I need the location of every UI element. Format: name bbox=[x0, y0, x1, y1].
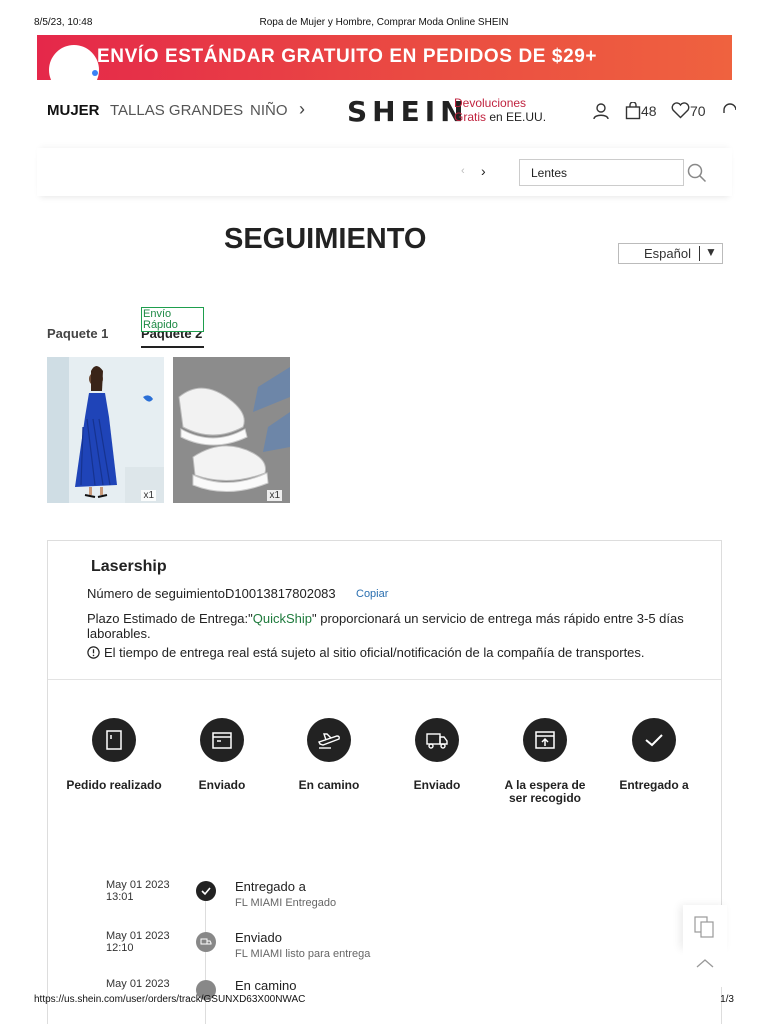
nav-item-nino[interactable]: NIÑO bbox=[250, 102, 288, 119]
box-icon bbox=[200, 718, 244, 762]
delivery-estimate: Plazo Estimado de Entrega:"QuickShip" pr… bbox=[87, 611, 697, 641]
step-enviado: Enviado bbox=[172, 718, 272, 792]
language-label: Español bbox=[644, 246, 691, 261]
event-date: May 01 2023 bbox=[106, 930, 170, 942]
quickship-label: QuickShip bbox=[252, 611, 313, 626]
copy-tracking-link[interactable]: Copiar bbox=[356, 588, 388, 600]
tab-paquete-1[interactable]: Paquete 1 bbox=[47, 326, 108, 341]
truck-icon bbox=[415, 718, 459, 762]
step-label: Enviado bbox=[198, 778, 246, 792]
free-returns-gratis: Gratis bbox=[454, 110, 487, 124]
caret-down-icon: ▼ bbox=[705, 245, 717, 259]
product-image-sneakers[interactable]: x1 bbox=[173, 357, 290, 503]
tracking-number-label: Número de seguimiento bbox=[87, 586, 226, 601]
free-returns-promo[interactable]: Devoluciones Gratis en EE.UU. bbox=[454, 96, 546, 124]
event-status: En camino bbox=[235, 978, 297, 993]
main-nav: MUJER TALLAS GRANDES NIÑO › SHEIN Devolu… bbox=[37, 90, 737, 132]
pickup-box-icon bbox=[523, 718, 567, 762]
step-label: En camino bbox=[298, 778, 360, 792]
headset-icon[interactable] bbox=[722, 102, 737, 125]
chat-bubble-icon[interactable] bbox=[49, 45, 99, 80]
delivery-notice: El tiempo de entrega real está sujeto al… bbox=[87, 645, 645, 662]
print-page-count: 1/3 bbox=[720, 994, 734, 1005]
shein-logo[interactable]: SHEIN bbox=[347, 95, 469, 128]
step-label: A la espera de ser recogido bbox=[504, 778, 586, 805]
step-entregado: Entregado a bbox=[604, 718, 704, 792]
free-returns-line1: Devoluciones bbox=[454, 96, 527, 110]
event-status: Enviado bbox=[235, 930, 282, 945]
language-divider bbox=[699, 246, 700, 261]
plane-icon bbox=[307, 718, 351, 762]
card-divider bbox=[48, 679, 721, 680]
print-footer: https://us.shein.com/user/orders/track/G… bbox=[0, 994, 768, 1008]
carrier-name: Lasership bbox=[91, 558, 167, 575]
event-detail: FL MIAMI listo para entrega bbox=[235, 948, 371, 960]
document-icon bbox=[92, 718, 136, 762]
active-tab-underline bbox=[141, 346, 204, 348]
product-image-dress[interactable]: x1 bbox=[47, 357, 164, 503]
info-icon bbox=[87, 646, 100, 662]
chevron-up-icon bbox=[696, 959, 714, 968]
nav-item-tallas-grandes[interactable]: TALLAS GRANDES bbox=[110, 102, 243, 119]
step-label: Entregado a bbox=[619, 778, 689, 792]
print-url: https://us.shein.com/user/orders/track/G… bbox=[34, 994, 306, 1005]
step-pedido-realizado: Pedido realizado bbox=[64, 718, 164, 792]
search-input[interactable] bbox=[519, 159, 684, 186]
tracking-card: Lasership Número de seguimientoD10013817… bbox=[47, 540, 722, 1024]
check-icon bbox=[196, 881, 216, 901]
timeline-date: May 01 2023 bbox=[106, 978, 170, 990]
event-date: May 01 2023 bbox=[106, 978, 170, 990]
estimate-prefix: Plazo Estimado de Entrega:" bbox=[87, 611, 253, 626]
step-espera-recogida: A la espera de ser recogido bbox=[495, 718, 595, 805]
chevron-right-icon[interactable]: › bbox=[481, 163, 486, 179]
qty-badge: x1 bbox=[141, 490, 156, 501]
event-time: 12:10 bbox=[106, 942, 134, 954]
bag-icon[interactable] bbox=[625, 101, 641, 125]
chevron-right-icon[interactable]: › bbox=[299, 99, 305, 120]
print-header: 8/5/23, 10:48 Ropa de Mujer y Hombre, Co… bbox=[0, 17, 768, 31]
chevron-left-icon[interactable]: ‹ bbox=[461, 165, 465, 177]
tracking-number-line: Número de seguimientoD10013817802083 bbox=[87, 586, 336, 601]
truck-icon bbox=[196, 932, 216, 952]
user-icon[interactable] bbox=[592, 102, 610, 125]
step-en-camino: En camino bbox=[279, 718, 379, 792]
timeline-date: May 01 2023 13:01 bbox=[106, 879, 170, 903]
event-date: May 01 2023 bbox=[106, 879, 170, 891]
heart-icon[interactable] bbox=[671, 102, 690, 124]
event-time: 13:01 bbox=[106, 891, 134, 903]
back-to-top-button[interactable] bbox=[683, 943, 727, 987]
wishlist-count: 70 bbox=[690, 103, 706, 119]
language-select[interactable]: Español ▼ bbox=[618, 243, 723, 264]
sub-bar: ‹ › bbox=[37, 148, 732, 196]
notice-text: El tiempo de entrega real está sujeto al… bbox=[104, 645, 645, 660]
nav-item-mujer[interactable]: MUJER bbox=[47, 102, 100, 119]
event-detail: FL MIAMI Entregado bbox=[235, 897, 337, 909]
cart-count: 48 bbox=[641, 103, 657, 119]
page-title: SEGUIMIENTO bbox=[224, 223, 427, 255]
print-document-title: Ropa de Mujer y Hombre, Comprar Moda Onl… bbox=[259, 17, 509, 28]
timeline-date: May 01 2023 12:10 bbox=[106, 930, 170, 954]
search-icon[interactable] bbox=[687, 163, 707, 188]
step-label: Enviado bbox=[413, 778, 461, 792]
step-enviado-truck: Enviado bbox=[387, 718, 487, 792]
notification-dot-icon bbox=[92, 70, 98, 76]
fast-shipping-badge: Envío Rápido bbox=[141, 307, 204, 332]
dress-illustration bbox=[47, 357, 164, 503]
event-status: Entregado a bbox=[235, 879, 306, 894]
promo-banner[interactable]: ENVÍO ESTÁNDAR GRATUITO EN PEDIDOS DE $2… bbox=[37, 35, 732, 80]
qty-badge: x1 bbox=[267, 490, 282, 501]
promo-text: ENVÍO ESTÁNDAR GRATUITO EN PEDIDOS DE $2… bbox=[97, 46, 598, 67]
free-returns-region: en EE.UU. bbox=[486, 110, 547, 124]
sneakers-illustration bbox=[173, 357, 290, 503]
step-label: Pedido realizado bbox=[66, 778, 162, 792]
check-icon bbox=[632, 718, 676, 762]
tracking-number: D10013817802083 bbox=[225, 586, 336, 601]
